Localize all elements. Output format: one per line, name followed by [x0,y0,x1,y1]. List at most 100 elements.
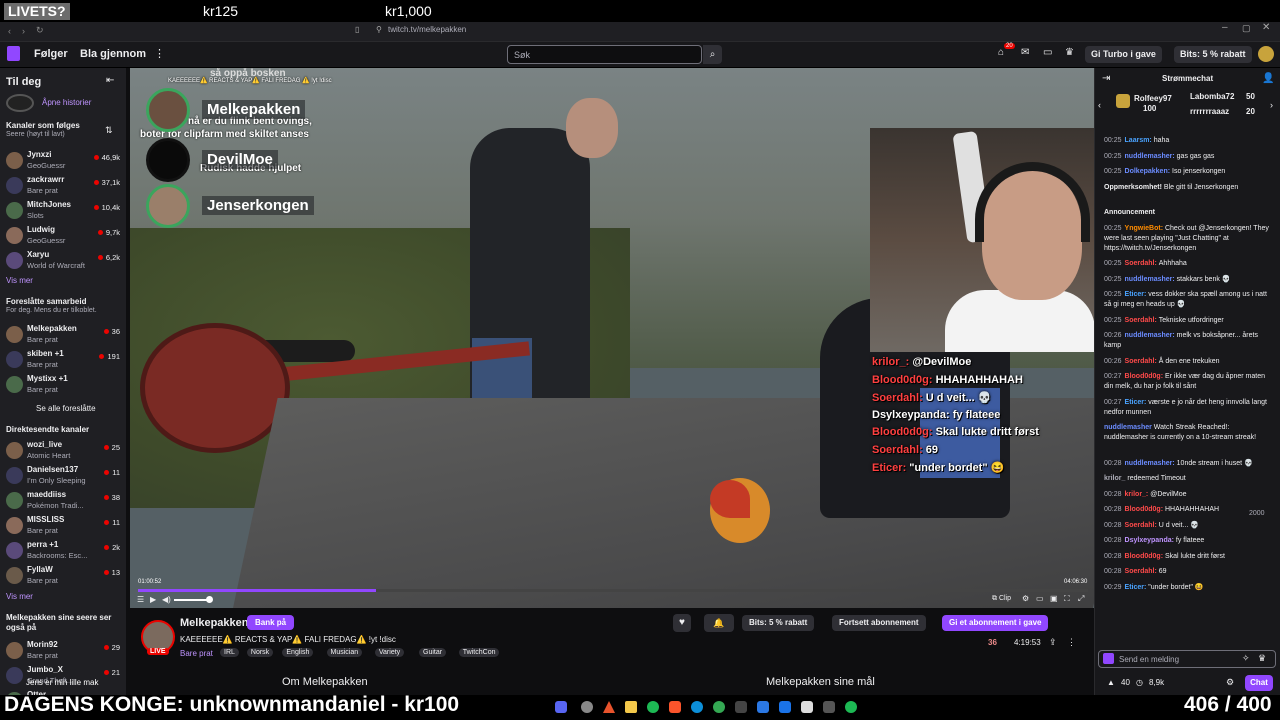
terminal-taskbar-icon[interactable] [823,701,835,713]
discord-taskbar-icon[interactable] [555,701,567,713]
chat-message[interactable]: 00:28 nuddlemasher: 10nde stream i huset … [1104,459,1274,469]
followed-channel[interactable]: MitchJones Slots 10,4k [6,200,120,224]
reload-icon[interactable]: ↻ [36,25,44,36]
chat-message[interactable]: 00:27 Blood0d0g: Er ikke vær dag du åpner… [1104,372,1274,392]
chat-message[interactable]: 00:25 Laarsm: haha [1104,136,1274,146]
suggested-channel[interactable]: skiben +1 Bare prat 191 [6,349,120,373]
nav-browse[interactable]: Bla gjennom [80,48,146,60]
bits-gem-icon[interactable] [1103,653,1114,664]
mail-taskbar-icon[interactable] [779,701,791,713]
followed-channel[interactable]: Xaryu World of Warcraft 6,2k [6,250,120,274]
fullscreen-icon[interactable]: ⛶ [1064,594,1070,604]
chat-message[interactable]: nuddlemasher Watch Streak Reached!: nudd… [1104,423,1274,443]
share-icon[interactable]: ⇪ [1049,637,1057,648]
sort-icon[interactable]: ⇅ [105,125,113,136]
chat-message[interactable]: 00:25 Soerdahl: Ahhhaha [1104,259,1274,269]
turbo-gift-button[interactable]: Gi Turbo i gave [1085,46,1162,63]
live-channel[interactable]: wozi_live Atomic Heart 25 [6,440,120,464]
minimize-icon[interactable]: – [1222,22,1228,33]
knock-button[interactable]: Bank på [247,615,295,630]
next-gifter-icon[interactable]: › [1270,100,1273,110]
whispers-icon[interactable]: ✉ [1021,47,1029,58]
bits-button[interactable]: Bits: 5 % rabatt [742,615,815,631]
activity-icon[interactable]: ▭ [1043,47,1052,58]
clip-list-icon[interactable]: ☰ [137,595,144,604]
live-channel[interactable]: MISSLISS Bare prat 11 [6,515,120,539]
stories-icon[interactable] [6,94,34,112]
prev-gifter-icon[interactable]: ‹ [1098,100,1101,110]
settings-taskbar-icon[interactable] [581,701,593,713]
stream-tag[interactable]: IRL [220,648,239,657]
followed-channel[interactable]: Jynxzi GeoGuessr 46,9k [6,150,120,174]
chat-message[interactable]: 00:25 nuddlemasher: stakkars benk 💀 [1104,275,1274,285]
live-channel[interactable]: FyllaW Bare prat 13 [6,565,120,589]
twitch-logo-icon[interactable] [7,46,20,61]
chat-message[interactable]: 00:26 Soerdahl: Å den ene trekuken [1104,357,1274,367]
more-options-icon[interactable]: ⋮ [1067,637,1076,648]
collapse-chat-icon[interactable]: ⇥ [1102,73,1110,84]
collapse-sidebar-icon[interactable]: ⇤ [106,75,114,86]
user-avatar[interactable] [1258,46,1274,62]
chat-message[interactable]: Oppmerksomhet! Ble gitt til Jenserkongen [1104,183,1274,193]
users-icon[interactable]: 👤 [1262,73,1274,84]
live-channel[interactable]: maeddiiss Pokémon Tradi... 38 [6,490,120,514]
points-icon[interactable]: ◷ [1136,678,1143,687]
emote-icon[interactable]: ✧ [1242,653,1250,664]
suggested-channel[interactable]: Melkepakken Bare prat 36 [6,324,120,348]
maximize-icon[interactable]: ▢ [1242,23,1251,34]
chat-message[interactable]: 00:25 Dolkepakken: Iso jenserkongen [1104,167,1274,177]
chat-message[interactable]: 00:25 Eticer: vess dokker ska spæll among… [1104,290,1274,310]
also-watching-channel[interactable]: Morin92 Bare prat 29 [6,640,120,664]
followed-channel[interactable]: Ludwig GeoGuessr 9,7k [6,225,120,249]
category-link[interactable]: Bare prat [180,649,213,658]
volume-handle[interactable] [206,596,213,603]
suggested-channel[interactable]: Mystixx +1 Bare prat [6,374,120,398]
nav-following[interactable]: Følger [34,48,68,60]
stream-tag[interactable]: Norsk [246,648,274,657]
prime-crown-icon[interactable]: ♛ [1065,47,1074,58]
forward-icon[interactable]: › [22,26,25,36]
clip-button[interactable]: ⧉ Clip [992,595,1011,603]
expand-icon[interactable]: ⤢ [1078,594,1084,604]
chat-message[interactable]: Announcement [1104,208,1274,218]
chat-message[interactable]: 00:27 Eticer: værste e jo når det heng in… [1104,398,1274,418]
stream-tag[interactable]: Guitar [419,648,447,657]
stream-tag[interactable]: English [282,648,314,657]
chat-message[interactable]: 00:25 YngwieBot: Check out @Jenserkongen!… [1104,224,1274,254]
chat-message[interactable]: 00:28 Blood0d0g: Skal lukte dritt først [1104,552,1274,562]
more-icon[interactable]: ⋮ [154,47,165,60]
open-stories-link[interactable]: Åpne historier [42,98,91,107]
chrome-taskbar-icon[interactable] [713,701,725,713]
channel-name[interactable]: Melkepakken [180,617,248,629]
resubscribe-button[interactable]: Fortsett abonnement [832,615,926,631]
miniplayer-icon[interactable]: ▭ [1036,594,1044,603]
chat-message[interactable]: 00:28 Soerdahl: U d veit... 💀 [1104,521,1274,531]
brave-taskbar-icon[interactable] [669,701,681,713]
calculator-taskbar-icon[interactable] [735,701,747,713]
chat-message[interactable]: 00:26 nuddlemasher: melk vs boksåpner... … [1104,331,1274,351]
search-input[interactable]: Søk [507,45,702,64]
chat-message[interactable]: 00:28 Dsylxeypanda: fy flateee [1104,536,1274,546]
bookmark-icon[interactable]: ▯ [355,25,359,34]
see-all-suggested-link[interactable]: Se alle foreslåtte [36,404,96,413]
search-icon[interactable]: ⌕ [703,45,722,64]
close-icon[interactable]: ✕ [1262,22,1270,33]
chat-message[interactable]: krilor_ redeemed Timeout [1104,474,1274,484]
show-more-link-2[interactable]: Vis mer [6,592,33,601]
obs-taskbar-icon[interactable] [801,701,813,713]
notification-bell-icon[interactable]: 🔔 [704,614,734,632]
followed-channel[interactable]: zackrawrr Bare prat 37,1k [6,175,120,199]
chat-message[interactable]: 00:28 Soerdahl: 69 [1104,567,1274,577]
edge-taskbar-icon[interactable] [691,701,703,713]
live-channel[interactable]: Danielsen137 I'm Only Sleeping 11 [6,465,120,489]
live-channel[interactable]: perra +1 Backrooms: Esc... 2k [6,540,120,564]
chat-message[interactable]: 00:28 krilor_: @DevilMoe [1104,490,1274,500]
spotify-taskbar-icon[interactable] [647,701,659,713]
gift-sub-button[interactable]: Gi et abonnement i gave [942,615,1049,631]
chat-message[interactable]: 00:25 nuddlemasher: gas gas gas [1104,152,1274,162]
heart-icon[interactable]: ♥ [673,614,691,632]
volume-icon[interactable]: ◀) [162,595,171,604]
volume-slider[interactable] [174,599,208,601]
bits-icon[interactable]: ▲ [1107,678,1115,687]
chat-send-button[interactable]: Chat [1245,675,1273,691]
